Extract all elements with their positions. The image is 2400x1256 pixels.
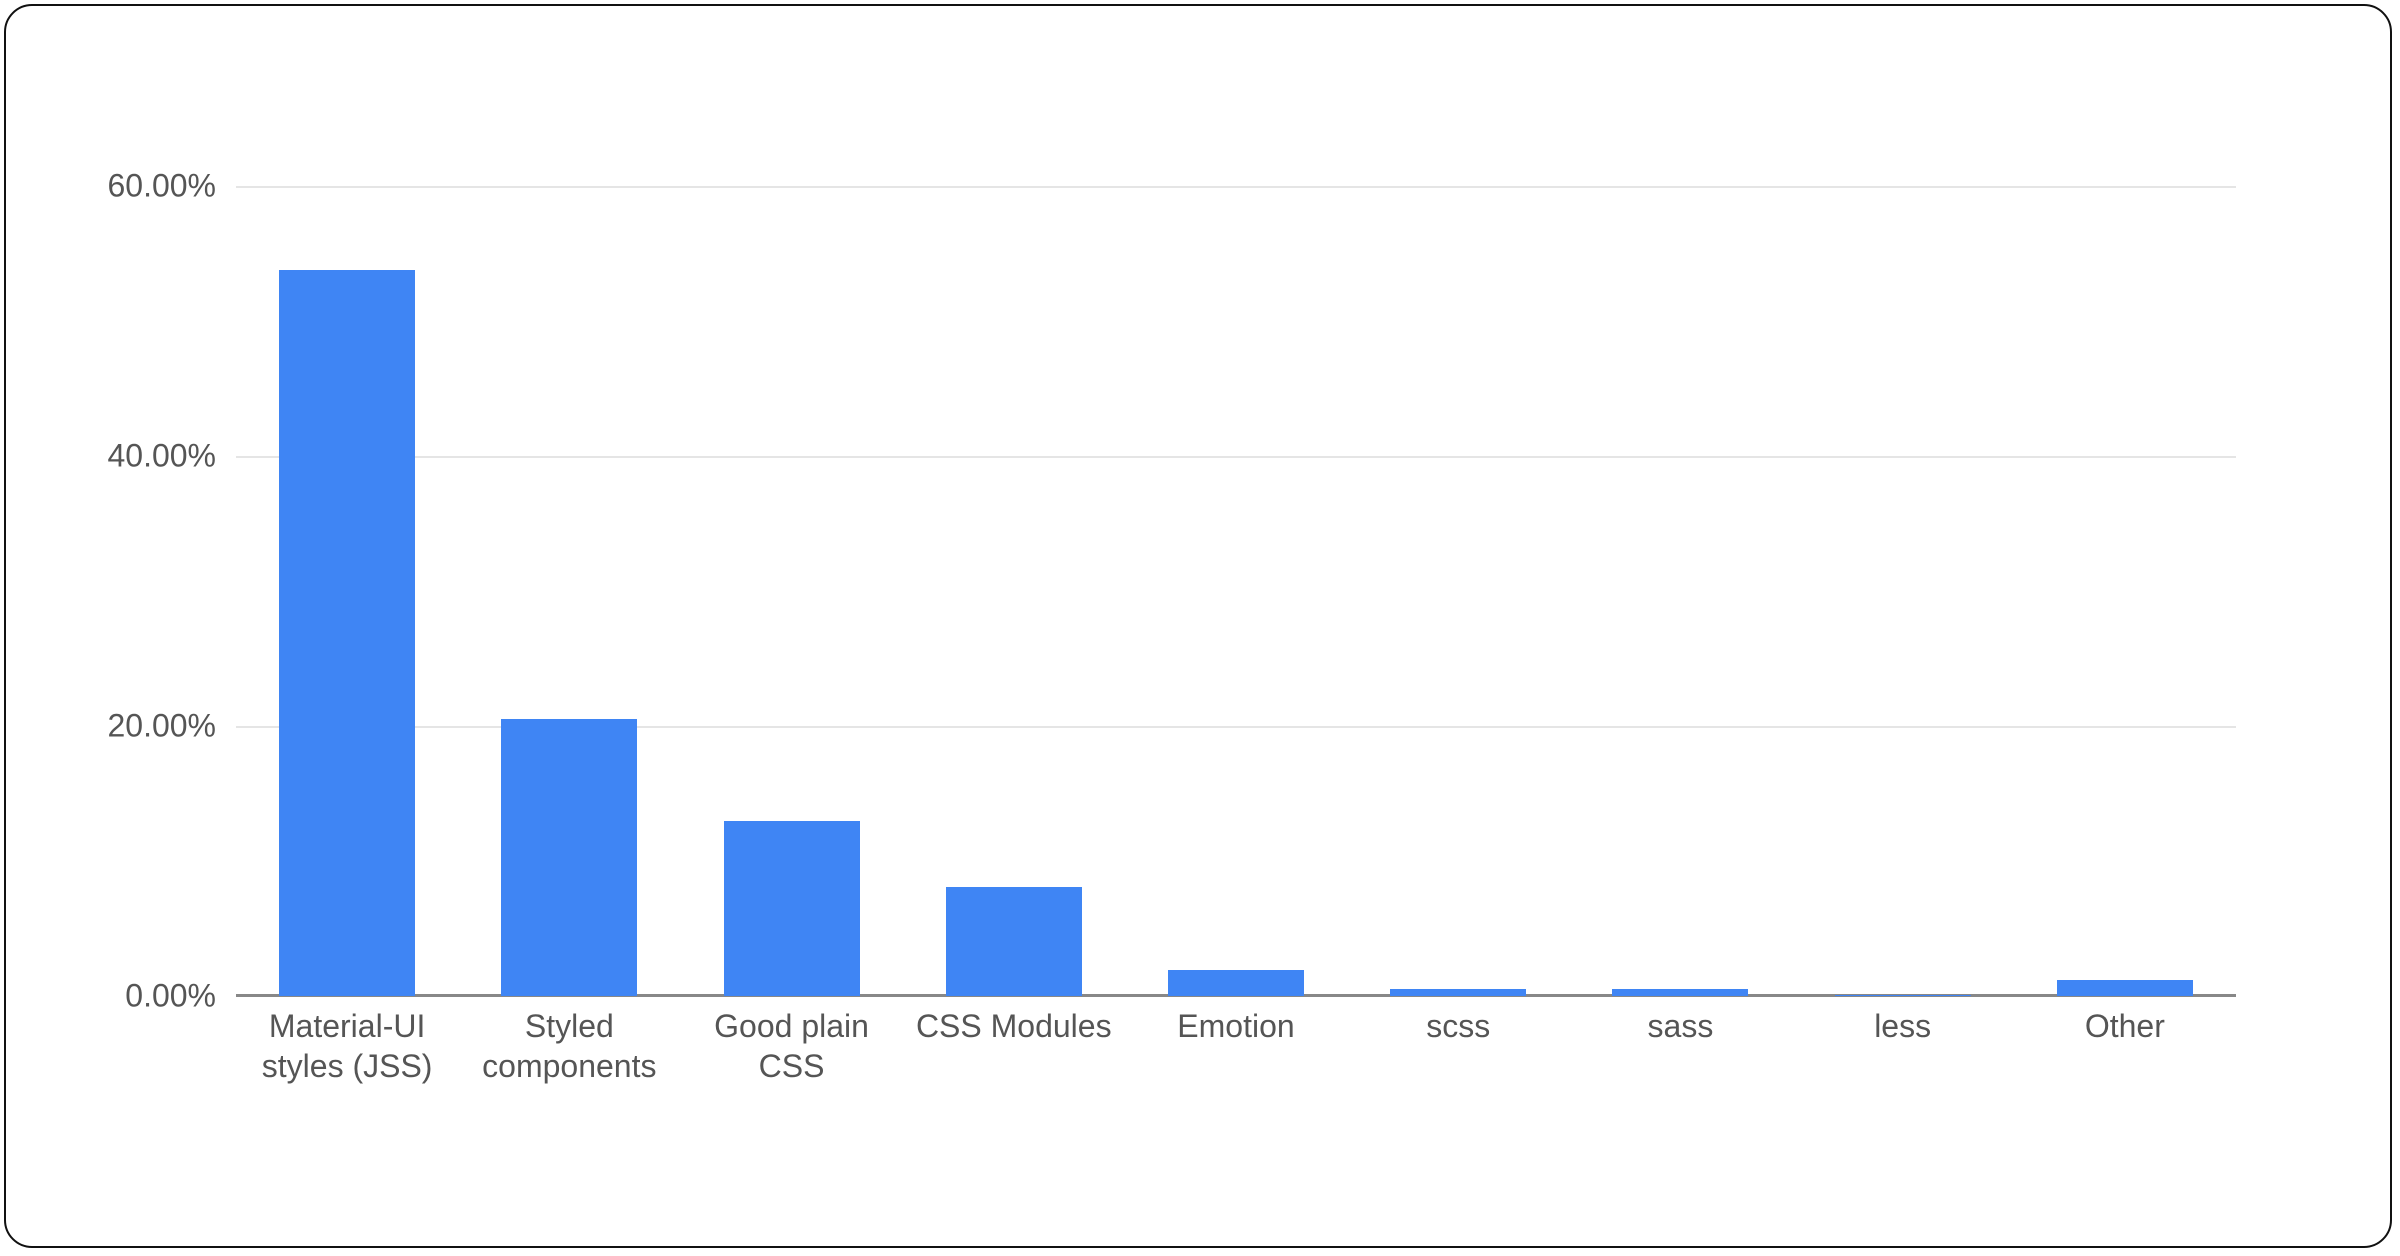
bar — [1168, 970, 1304, 996]
x-category-label: sass — [1569, 1006, 1791, 1086]
x-category-label: Other — [2014, 1006, 2236, 1086]
x-category-label: less — [1792, 1006, 2014, 1086]
y-tick-label: 40.00% — [66, 438, 216, 475]
bar-slot — [903, 186, 1125, 996]
bar-slot — [1792, 186, 2014, 996]
chart-card: 0.00% 20.00% 40.00% 60.00% Material-UI styl… — [4, 4, 2392, 1248]
bar — [2057, 980, 2193, 996]
x-category-label: CSS Modules — [903, 1006, 1125, 1086]
bar-slot — [458, 186, 680, 996]
bar-slot — [1569, 186, 1791, 996]
x-category-label: Emotion — [1125, 1006, 1347, 1086]
bar — [946, 887, 1082, 996]
bar-slot — [236, 186, 458, 996]
x-category-label: Good plain CSS — [680, 1006, 902, 1086]
x-category-label: scss — [1347, 1006, 1569, 1086]
bar-slot — [2014, 186, 2236, 996]
bar — [724, 821, 860, 997]
bars-container — [236, 186, 2236, 996]
bar-slot — [1347, 186, 1569, 996]
bar — [501, 719, 637, 996]
bar — [1835, 995, 1971, 996]
x-axis-category-labels: Material-UI styles (JSS)Styled component… — [236, 1006, 2236, 1086]
bar — [1612, 989, 1748, 996]
x-category-label: Material-UI styles (JSS) — [236, 1006, 458, 1086]
bar-slot — [680, 186, 902, 996]
bar — [1390, 989, 1526, 996]
y-tick-label: 20.00% — [66, 708, 216, 745]
y-tick-label: 0.00% — [66, 978, 216, 1015]
bar — [279, 270, 415, 996]
x-category-label: Styled components — [458, 1006, 680, 1086]
plot-area — [236, 186, 2236, 996]
bar-slot — [1125, 186, 1347, 996]
y-tick-label: 60.00% — [66, 168, 216, 205]
